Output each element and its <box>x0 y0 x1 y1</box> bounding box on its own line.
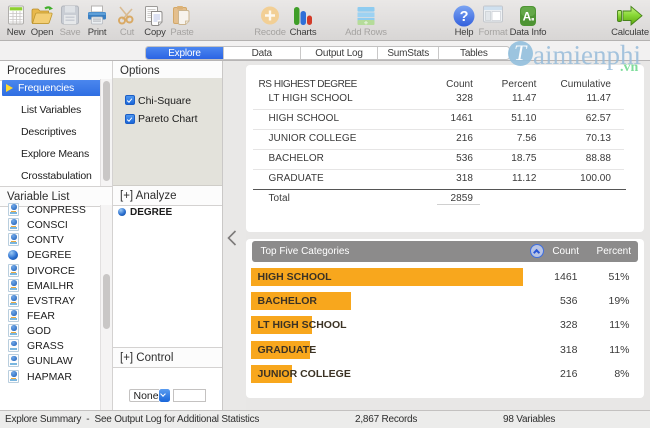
svg-text:A: A <box>523 10 532 24</box>
svg-text:?: ? <box>460 9 469 25</box>
